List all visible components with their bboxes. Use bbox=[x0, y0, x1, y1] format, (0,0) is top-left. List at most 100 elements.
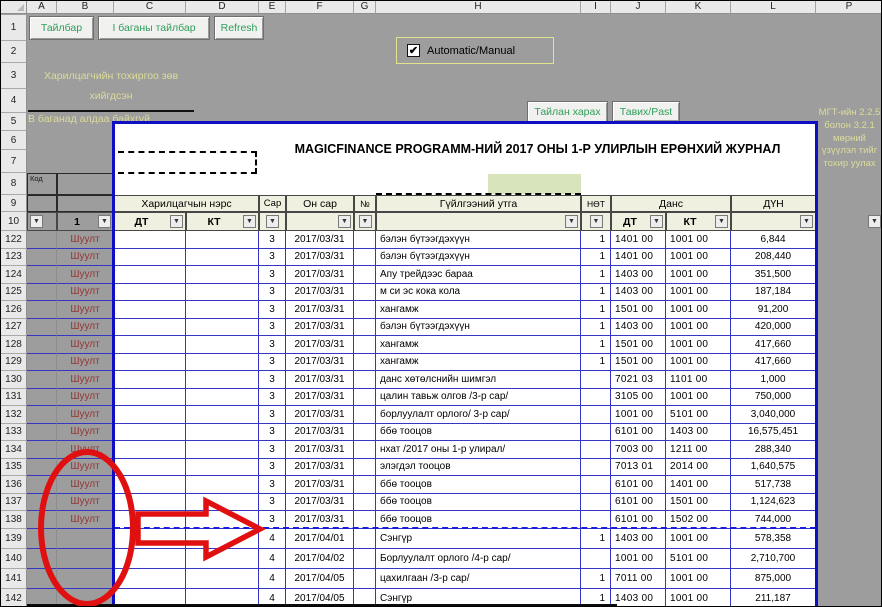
cell-filter-flag[interactable]: Шуулт bbox=[57, 266, 114, 284]
row-header-137[interactable]: 137 bbox=[1, 494, 27, 512]
cell-month[interactable]: 3 bbox=[259, 249, 286, 267]
filter-dropdown-vat-icon[interactable] bbox=[590, 215, 603, 228]
row-header-2[interactable]: 2 bbox=[1, 41, 27, 63]
cell-month[interactable]: 3 bbox=[259, 301, 286, 319]
cell-name-kt[interactable] bbox=[186, 549, 259, 569]
cell-desc[interactable]: элэгдэл тооцов bbox=[376, 459, 581, 477]
cell-a[interactable] bbox=[27, 549, 57, 569]
cell-vat[interactable]: 1 bbox=[581, 284, 611, 302]
filter-dropdown-name-dt-icon[interactable] bbox=[170, 215, 183, 228]
filter-dropdown-desc-icon[interactable] bbox=[565, 215, 578, 228]
cell-desc[interactable]: нхат /2017 оны 1-р улирал/ bbox=[376, 441, 581, 459]
cell-vat[interactable]: 1 bbox=[581, 319, 611, 337]
filter-dropdown-name-kt-icon[interactable] bbox=[243, 215, 256, 228]
cell-vat[interactable] bbox=[581, 389, 611, 407]
cell-acct-dt[interactable]: 1403 00 bbox=[611, 529, 666, 549]
cell-name-dt[interactable] bbox=[114, 549, 186, 569]
cell-filter-flag[interactable]: Шуулт bbox=[57, 301, 114, 319]
cell-amount[interactable]: 750,000 bbox=[731, 389, 816, 407]
cell-vat[interactable] bbox=[581, 459, 611, 477]
row-header-123[interactable]: 123 bbox=[1, 249, 27, 267]
cell-date[interactable]: 2017/04/05 bbox=[286, 569, 354, 589]
cell-name-dt[interactable] bbox=[114, 529, 186, 549]
cell-vat[interactable] bbox=[581, 441, 611, 459]
cell-filter-flag[interactable]: Шуулт bbox=[57, 249, 114, 267]
view-report-button[interactable]: Тайлан харах bbox=[527, 101, 608, 123]
cell-vat[interactable] bbox=[581, 406, 611, 424]
cell-acct-kt[interactable]: 1001 00 bbox=[666, 319, 731, 337]
cell-name-dt[interactable] bbox=[114, 319, 186, 337]
cell-a[interactable] bbox=[27, 389, 57, 407]
cell-desc[interactable]: Борлуулалт орлого /4-р сар/ bbox=[376, 549, 581, 569]
i-column-tailbar-button[interactable]: I баганы тайлбар bbox=[98, 16, 210, 40]
cell-name-kt[interactable] bbox=[186, 231, 259, 249]
cell-date[interactable]: 2017/03/31 bbox=[286, 389, 354, 407]
row-header-129[interactable]: 129 bbox=[1, 354, 27, 372]
cell-date[interactable]: 2017/03/31 bbox=[286, 511, 354, 529]
filter-cell-name-dt[interactable]: ДТ bbox=[114, 212, 186, 231]
cell-vat[interactable]: 1 bbox=[581, 301, 611, 319]
cell-name-dt[interactable] bbox=[114, 459, 186, 477]
cell-a[interactable] bbox=[27, 284, 57, 302]
cell-date[interactable]: 2017/03/31 bbox=[286, 336, 354, 354]
code-header-cell[interactable]: Код bbox=[27, 173, 57, 195]
cell-acct-dt[interactable]: 7011 00 bbox=[611, 569, 666, 589]
row-header-125[interactable]: 125 bbox=[1, 284, 27, 302]
cell-date[interactable]: 2017/03/31 bbox=[286, 231, 354, 249]
cell-a[interactable] bbox=[27, 511, 57, 529]
cell-month[interactable]: 3 bbox=[259, 389, 286, 407]
cell-number[interactable] bbox=[354, 511, 376, 529]
cell-name-dt[interactable] bbox=[114, 336, 186, 354]
cell-date[interactable]: 2017/03/31 bbox=[286, 266, 354, 284]
filter-dropdown-amount-icon[interactable] bbox=[800, 215, 813, 228]
column-header-G[interactable]: G bbox=[354, 1, 376, 14]
cell-acct-kt[interactable]: 1001 00 bbox=[666, 249, 731, 267]
cell-number[interactable] bbox=[354, 441, 376, 459]
cell-date[interactable]: 2017/03/31 bbox=[286, 476, 354, 494]
cell-date[interactable]: 2017/03/31 bbox=[286, 441, 354, 459]
cell-month[interactable]: 3 bbox=[259, 441, 286, 459]
cell-number[interactable] bbox=[354, 231, 376, 249]
cell-acct-dt[interactable]: 1501 00 bbox=[611, 336, 666, 354]
row-header-5[interactable]: 5 bbox=[1, 113, 27, 131]
cell-a[interactable] bbox=[27, 354, 57, 372]
cell-date[interactable]: 2017/03/31 bbox=[286, 284, 354, 302]
cell-acct-kt[interactable]: 1001 00 bbox=[666, 266, 731, 284]
cell-filter-flag[interactable]: Шуулт bbox=[57, 354, 114, 372]
cell-filter-flag[interactable]: Шуулт bbox=[57, 494, 114, 512]
cell-date[interactable]: 2017/03/31 bbox=[286, 459, 354, 477]
cell-filter-flag[interactable]: Шуулт bbox=[57, 406, 114, 424]
row-header-10[interactable]: 10 bbox=[1, 212, 27, 231]
cell-acct-dt[interactable]: 6101 00 bbox=[611, 494, 666, 512]
cell-acct-kt[interactable]: 1001 00 bbox=[666, 589, 731, 607]
filter-cell-p[interactable] bbox=[816, 212, 882, 231]
cell-desc[interactable]: бэлэн бүтээгдэхүүн bbox=[376, 249, 581, 267]
cell-acct-dt[interactable]: 7013 01 bbox=[611, 459, 666, 477]
column-header-C[interactable]: C bbox=[114, 1, 186, 14]
cell-month[interactable]: 4 bbox=[259, 529, 286, 549]
filter-cell-name-kt[interactable]: КТ bbox=[186, 212, 259, 231]
cell-filter-flag[interactable] bbox=[57, 569, 114, 589]
cell-desc[interactable]: бэлэн бүтээгдэхүүн bbox=[376, 319, 581, 337]
cell-acct-kt[interactable]: 1001 00 bbox=[666, 231, 731, 249]
cell-name-dt[interactable] bbox=[114, 494, 186, 512]
header-month[interactable]: Сар bbox=[259, 195, 286, 212]
cell-vat[interactable]: 1 bbox=[581, 266, 611, 284]
cell-acct-kt[interactable]: 1001 00 bbox=[666, 529, 731, 549]
row-header-126[interactable]: 126 bbox=[1, 301, 27, 319]
cell-a[interactable] bbox=[27, 529, 57, 549]
cell-acct-dt[interactable]: 1403 00 bbox=[611, 319, 666, 337]
cell-number[interactable] bbox=[354, 459, 376, 477]
column-header-E[interactable]: E bbox=[259, 1, 286, 14]
green-highlight-cell[interactable] bbox=[488, 174, 581, 194]
column-header-K[interactable]: K bbox=[666, 1, 731, 14]
cell-a[interactable] bbox=[27, 569, 57, 589]
cell-filter-flag[interactable]: Шуулт bbox=[57, 371, 114, 389]
cell-amount[interactable]: 3,040,000 bbox=[731, 406, 816, 424]
header-account[interactable]: Данс bbox=[611, 195, 731, 212]
header-transaction-desc[interactable]: Гүйлгээний утга bbox=[376, 195, 581, 212]
cell-amount[interactable]: 187,184 bbox=[731, 284, 816, 302]
cell-filter-flag[interactable]: Шуулт bbox=[57, 336, 114, 354]
cell-a[interactable] bbox=[27, 336, 57, 354]
cell-name-dt[interactable] bbox=[114, 389, 186, 407]
